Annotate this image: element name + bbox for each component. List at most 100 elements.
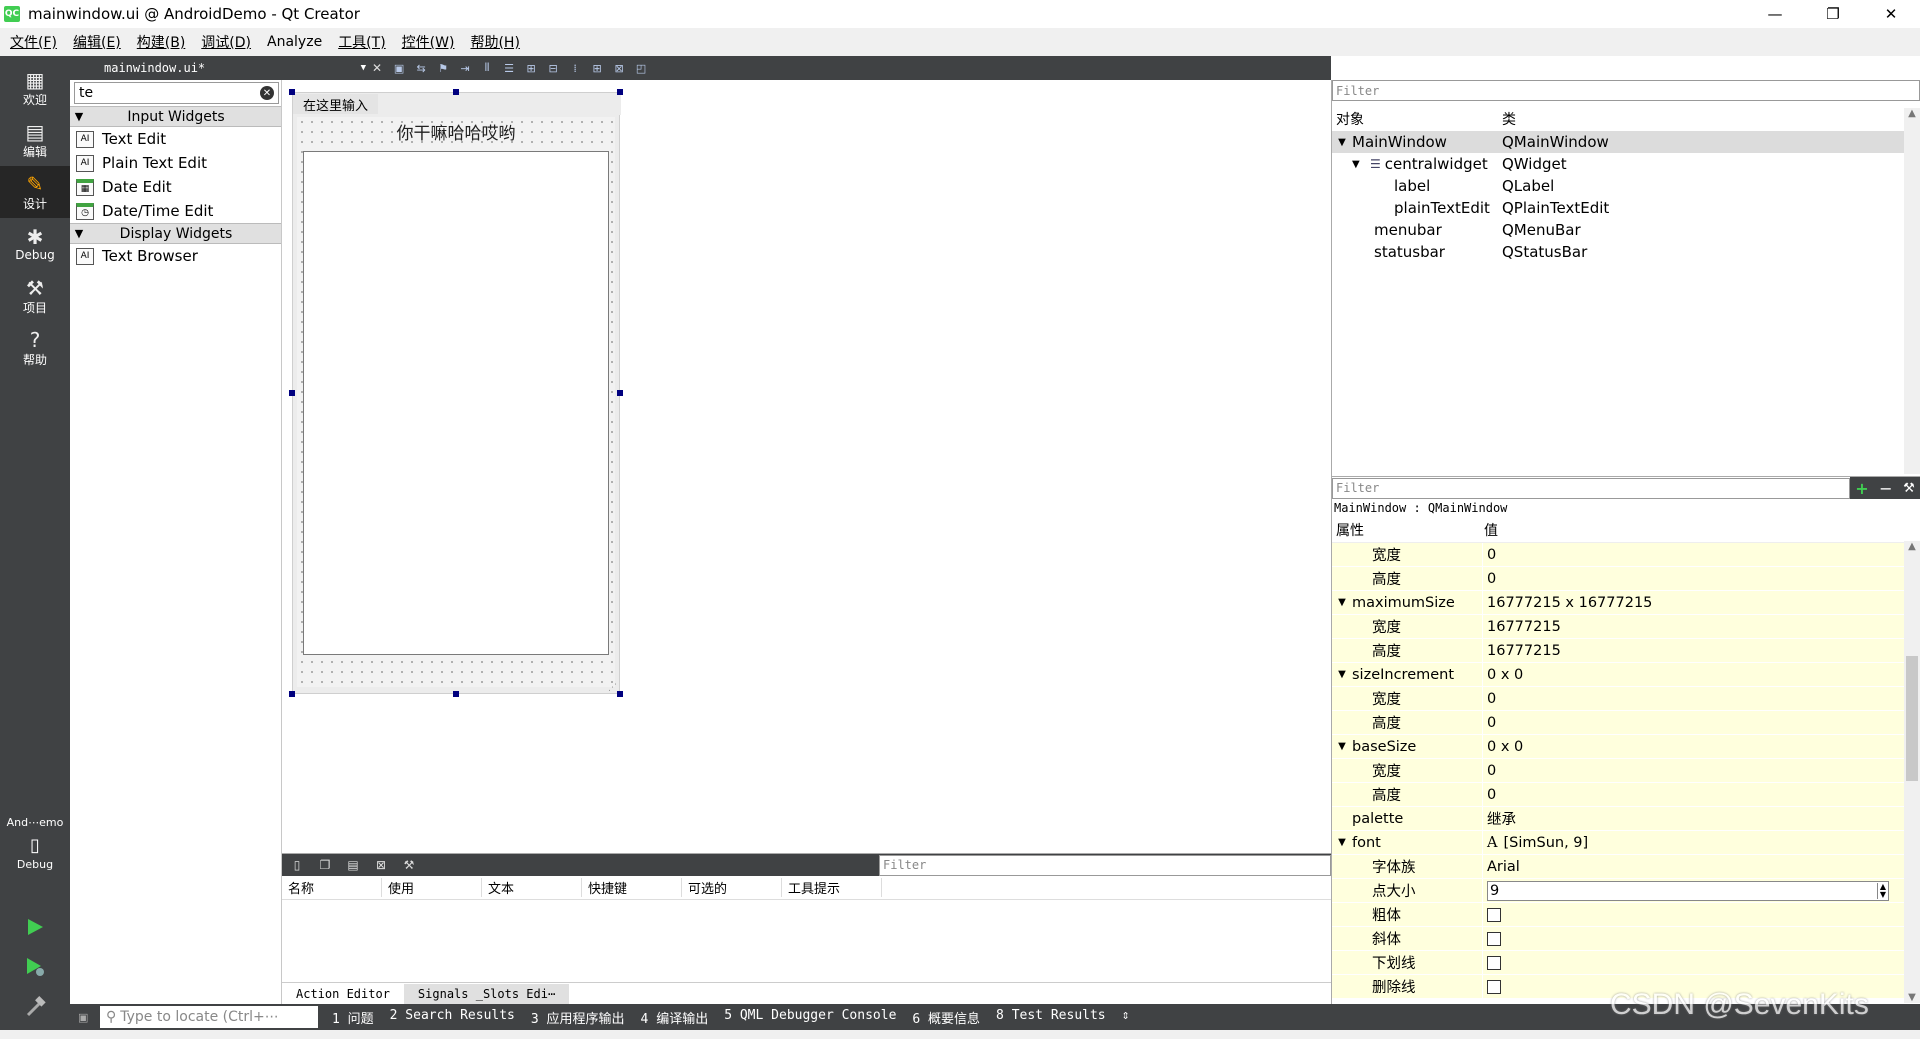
menu-help[interactable]: 帮助(H) [462, 32, 527, 52]
property-value[interactable]: 0 [1482, 566, 1920, 591]
close-document-icon[interactable]: ✕ [372, 61, 382, 75]
property-row[interactable]: 斜体 [1332, 926, 1920, 951]
clear-icon[interactable]: ✕ [260, 86, 274, 100]
widget-filter-input[interactable]: te ✕ [74, 82, 279, 104]
property-row[interactable]: 字体族 Arial [1332, 854, 1920, 879]
tab-compile-output[interactable]: 4 编译输出 [633, 1008, 717, 1027]
italic-checkbox[interactable] [1487, 931, 1501, 946]
layout-vertical-icon[interactable]: ☰ [500, 60, 518, 76]
property-value[interactable]: 继承 [1482, 806, 1920, 831]
mode-projects[interactable]: ⚒ 项目 [0, 270, 70, 322]
add-property-icon[interactable]: + [1855, 479, 1868, 498]
mode-edit[interactable]: ▤ 编辑 [0, 114, 70, 166]
updown-icon[interactable]: ⇕ [1114, 1008, 1138, 1027]
menu-file[interactable]: 文件(F) [2, 32, 65, 52]
kit-selector[interactable]: And⋯emo ▯ Debug [0, 816, 70, 871]
remove-property-icon[interactable]: − [1879, 479, 1892, 498]
tree-row[interactable]: label QLabel [1332, 175, 1920, 197]
property-row[interactable]: 下划线 [1332, 950, 1920, 975]
paste-action-icon[interactable]: ▤ [342, 856, 364, 874]
tree-row[interactable]: menubar QMenuBar [1332, 219, 1920, 241]
chevron-down-icon[interactable]: ▼ [1332, 597, 1352, 608]
column-header[interactable]: 名称 [282, 878, 382, 897]
widget-item-plain-text-edit[interactable]: AI Plain Text Edit [70, 151, 281, 175]
tree-row[interactable]: ▼ ☰ centralwidget QWidget [1332, 153, 1920, 175]
chevron-up-icon[interactable]: ▲ [1904, 541, 1920, 552]
layout-grid-icon[interactable]: ⊞ [588, 60, 606, 76]
resize-grip-icon[interactable]: ⋰ [608, 683, 617, 693]
form-plain-text-edit[interactable] [303, 151, 609, 655]
menu-debug[interactable]: 调试(D) [193, 32, 259, 52]
spin-arrows-icon[interactable]: ▲ ▼ [1876, 882, 1888, 899]
chevron-down-icon[interactable]: ▼ [1332, 837, 1352, 848]
tree-row[interactable]: statusbar QStatusBar [1332, 241, 1920, 263]
tab-search-results[interactable]: 2 Search Results [382, 1008, 523, 1027]
column-header[interactable]: 可选的 [682, 878, 782, 897]
menu-build[interactable]: 构建(B) [129, 32, 194, 52]
column-header[interactable]: 对象 [1332, 109, 1502, 129]
object-scrollbar[interactable]: ▲ [1904, 108, 1920, 474]
selection-handle[interactable] [289, 691, 295, 697]
chevron-up-icon[interactable]: ▲ [1904, 108, 1920, 119]
layout-form-icon[interactable]: ⁞ [566, 60, 584, 76]
column-header[interactable]: 文本 [482, 878, 582, 897]
break-layout-icon[interactable]: ⊠ [610, 60, 628, 76]
underline-checkbox[interactable] [1487, 955, 1501, 970]
column-header[interactable]: 类 [1502, 109, 1516, 129]
property-value[interactable]: 0 [1482, 686, 1920, 711]
mode-help[interactable]: ? 帮助 [0, 322, 70, 374]
copy-action-icon[interactable]: ❐ [314, 856, 336, 874]
property-row[interactable]: 高度 16777215 [1332, 638, 1920, 663]
column-header[interactable]: 快捷键 [582, 878, 682, 897]
close-button[interactable]: ✕ [1862, 0, 1920, 28]
property-row[interactable]: ▼ font A [SimSun, 9] [1332, 830, 1920, 855]
property-row[interactable]: 粗体 [1332, 902, 1920, 927]
menu-placeholder[interactable]: 在这里输入 [293, 94, 379, 114]
menu-edit[interactable]: 编辑(E) [65, 32, 129, 52]
widget-item-datetime-edit[interactable]: ◷ Date/Time Edit [70, 199, 281, 223]
edit-tab-order-icon[interactable]: ⇥ [456, 60, 474, 76]
property-value[interactable]: 0 x 0 [1482, 734, 1920, 759]
property-row[interactable]: 宽度 16777215 [1332, 614, 1920, 639]
mode-design[interactable]: ✎ 设计 [0, 166, 70, 218]
property-value[interactable]: 0 [1482, 782, 1920, 807]
property-row[interactable]: 宽度 0 [1332, 758, 1920, 783]
menu-tools[interactable]: 工具(T) [330, 32, 393, 52]
column-header[interactable]: 使用 [382, 878, 482, 897]
edit-buddies-icon[interactable]: ⚑ [434, 60, 452, 76]
selection-handle[interactable] [453, 691, 459, 697]
layout-h-splitter-icon[interactable]: ⊞ [522, 60, 540, 76]
point-size-spinbox[interactable]: 9 ▲ ▼ [1487, 880, 1889, 901]
category-input-widgets[interactable]: ▼ Input Widgets [70, 106, 281, 127]
action-filter-input[interactable]: Filter [879, 854, 1331, 876]
debug-run-button[interactable] [22, 954, 48, 980]
central-widget[interactable]: 你干嘛哈哈哎哟 [297, 117, 615, 687]
tree-row[interactable]: plainTextEdit QPlainTextEdit [1332, 197, 1920, 219]
layout-horizontal-icon[interactable]: ⦀ [478, 60, 496, 76]
tab-action-editor[interactable]: Action Editor [282, 984, 404, 1004]
tab-test-results[interactable]: 8 Test Results [988, 1008, 1114, 1027]
tree-row[interactable]: ▼ MainWindow QMainWindow [1332, 131, 1920, 153]
property-row[interactable]: ▼ sizeIncrement 0 x 0 [1332, 662, 1920, 687]
menu-analyze[interactable]: Analyze [259, 34, 330, 50]
scrollbar-thumb[interactable] [1906, 656, 1918, 781]
property-value[interactable]: Arial [1482, 854, 1920, 879]
object-filter-input[interactable]: Filter [1332, 80, 1920, 101]
toggle-sidebar-icon[interactable]: ▣ [78, 1011, 88, 1024]
mode-welcome[interactable]: ▦ 欢迎 [0, 62, 70, 114]
tab-general-messages[interactable]: 6 概要信息 [904, 1008, 988, 1027]
property-row[interactable]: 高度 0 [1332, 710, 1920, 735]
build-button[interactable] [22, 994, 48, 1020]
selection-handle[interactable] [289, 89, 295, 95]
property-scrollbar[interactable]: ▲ ▼ [1904, 541, 1920, 1003]
minimize-button[interactable]: — [1746, 0, 1804, 28]
category-display-widgets[interactable]: ▼ Display Widgets [70, 223, 281, 244]
run-button[interactable] [22, 914, 48, 940]
tab-signals-slots-editor[interactable]: Signals _Slots Edi⋯ [403, 984, 570, 1004]
property-row[interactable]: 宽度 0 [1332, 686, 1920, 711]
tab-qml-debugger-console[interactable]: 5 QML Debugger Console [716, 1008, 904, 1027]
main-window-form[interactable]: 在这里输入 你干嘛哈哈哎哟 ⋰ [292, 92, 621, 694]
layout-v-splitter-icon[interactable]: ⊟ [544, 60, 562, 76]
widget-item-text-edit[interactable]: AI Text Edit [70, 127, 281, 151]
tab-issues[interactable]: 1 问题 [324, 1008, 382, 1027]
